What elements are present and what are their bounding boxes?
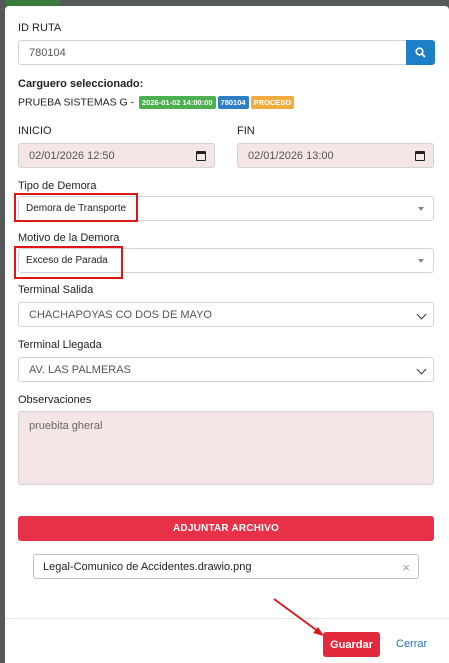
search-button[interactable]	[406, 40, 435, 65]
start-datetime-input[interactable]: 02/01/2026 12:50	[18, 143, 215, 168]
annotation-arrow	[273, 598, 324, 636]
carrier-label: Carguero seleccionado:	[18, 78, 144, 90]
delay-type-label: Tipo de Demora	[18, 180, 97, 192]
arrival-value: AV. LAS PALMERAS	[29, 363, 131, 376]
save-button[interactable]: Guardar	[323, 632, 380, 657]
departure-value: CHACHAPOYAS CO DOS DE MAYO	[29, 308, 212, 321]
remove-file-icon[interactable]: ×	[402, 560, 410, 575]
calendar-icon[interactable]	[196, 151, 206, 161]
attached-file: Legal-Comunico de Accidentes.drawio.png …	[33, 554, 419, 579]
annotation-box	[14, 193, 138, 222]
departure-label: Terminal Salida	[18, 284, 94, 296]
carrier-line: PRUEBA SISTEMAS G - 2026-01-02 14:00:00 7…	[18, 96, 295, 109]
arrival-select[interactable]: AV. LAS PALMERAS	[18, 357, 434, 382]
status-badge: PROCESO	[250, 96, 295, 109]
departure-select[interactable]: CHACHAPOYAS CO DOS DE MAYO	[18, 302, 434, 327]
carrier-name: PRUEBA SISTEMAS G -	[18, 96, 135, 109]
footer-divider	[5, 618, 449, 619]
route-id-input[interactable]: 780104	[18, 40, 407, 65]
arrival-label: Terminal Llegada	[18, 339, 102, 351]
chevron-down-icon	[416, 309, 427, 320]
notes-label: Observaciones	[18, 394, 92, 406]
route-id-value: 780104	[29, 46, 66, 59]
route-id-label: ID RUTA	[18, 22, 62, 34]
start-value: 02/01/2026 12:50	[29, 149, 115, 162]
end-datetime-input[interactable]: 02/01/2026 13:00	[237, 143, 434, 168]
start-label: INICIO	[18, 125, 52, 137]
file-name: Legal-Comunico de Accidentes.drawio.png	[43, 560, 252, 573]
annotation-box	[14, 246, 123, 279]
end-label: FIN	[237, 125, 255, 137]
attach-file-button[interactable]: ADJUNTAR ARCHIVO	[18, 516, 434, 541]
dropdown-arrow-icon	[418, 207, 424, 211]
dropdown-arrow-icon	[418, 259, 424, 263]
date-badge: 2026-01-02 14:00:00	[139, 96, 216, 109]
search-icon	[415, 47, 426, 58]
chevron-down-icon	[416, 364, 427, 375]
end-value: 02/01/2026 13:00	[248, 149, 334, 162]
route-badge: 780104	[217, 96, 249, 109]
notes-textarea[interactable]: pruebita gheral	[18, 411, 434, 485]
delay-reason-label: Motivo de la Demora	[18, 232, 120, 244]
delay-modal: ID RUTA 780104 Carguero seleccionado: PR…	[5, 6, 449, 663]
close-button[interactable]: Cerrar	[396, 638, 427, 650]
calendar-icon[interactable]	[415, 151, 425, 161]
